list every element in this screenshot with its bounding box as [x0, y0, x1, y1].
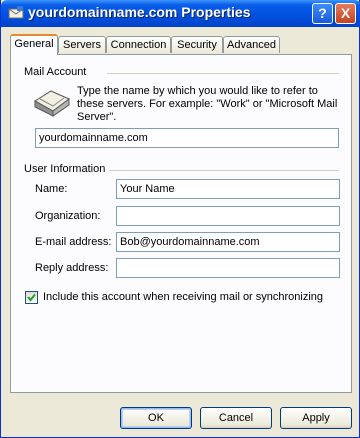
title-bar[interactable]: yourdomainname.com Properties ? X: [1, 0, 360, 27]
apply-button[interactable]: Apply: [280, 407, 352, 429]
close-button[interactable]: X: [335, 3, 356, 24]
tab-servers[interactable]: Servers: [58, 36, 106, 53]
mail-account-description: Type the name by which you would like to…: [77, 85, 338, 123]
help-icon: ?: [318, 5, 327, 21]
include-account-checkbox[interactable]: [25, 291, 38, 304]
tab-security[interactable]: Security: [171, 36, 223, 53]
envelope-server-icon: [34, 90, 70, 117]
organization-label: Organization:: [35, 210, 101, 222]
email-address-label: E-mail address:: [35, 236, 112, 248]
name-label: Name:: [35, 183, 68, 195]
organization-input[interactable]: [116, 206, 340, 226]
mail-account-heading: Mail Account: [24, 66, 87, 78]
mail-account-name-input[interactable]: yourdomainname.com: [35, 128, 339, 148]
checkmark-icon: [27, 293, 36, 302]
ok-button[interactable]: OK: [120, 407, 192, 429]
reply-address-label: Reply address:: [35, 262, 109, 274]
properties-dialog: yourdomainname.com Properties ? X Genera…: [0, 0, 360, 438]
mail-account-icon: [8, 6, 24, 19]
tab-general[interactable]: General: [10, 34, 58, 55]
window-title: yourdomainname.com Properties: [28, 4, 251, 20]
user-information-divider: [109, 170, 339, 171]
tab-advanced[interactable]: Advanced: [223, 36, 280, 53]
close-icon: X: [340, 5, 351, 21]
help-button[interactable]: ?: [312, 3, 333, 24]
mail-account-divider: [107, 73, 339, 74]
include-account-label[interactable]: Include this account when receiving mail…: [43, 291, 323, 303]
general-tab-panel: Mail Account Type the name by which you …: [10, 54, 352, 393]
cancel-button[interactable]: Cancel: [200, 407, 272, 429]
tab-connection[interactable]: Connection: [106, 36, 171, 53]
email-address-input[interactable]: Bob@yourdomainname.com: [116, 232, 340, 252]
reply-address-input[interactable]: [116, 258, 340, 278]
name-input[interactable]: Your Name: [116, 179, 340, 199]
user-information-heading: User Information: [24, 163, 106, 175]
